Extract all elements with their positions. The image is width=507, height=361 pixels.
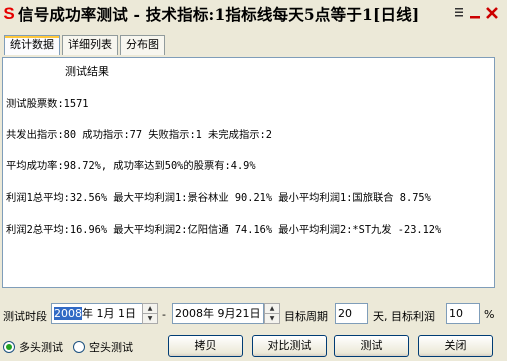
window-title: 信号成功率测试 - 技术指标:1指标线每天5点等于1[日线] <box>18 4 420 24</box>
date-range-dash: - <box>162 308 166 321</box>
title-bar: S 信号成功率测试 - 技术指标:1指标线每天5点等于1[日线] <box>0 0 507 27</box>
end-date-field[interactable]: 2008年 9月21日 <box>172 303 264 324</box>
radio-long-label: 多头测试 <box>19 341 63 354</box>
end-date-spinner[interactable]: ▲ ▼ <box>264 303 280 324</box>
test-button[interactable]: 测试 <box>334 335 409 357</box>
tab-detail-list[interactable]: 详细列表 <box>62 35 118 55</box>
percent-label: % <box>484 308 495 321</box>
radio-short-dot[interactable] <box>73 341 85 353</box>
start-date-spinner[interactable]: ▲ ▼ <box>142 303 158 324</box>
tab-statistics[interactable]: 统计数据 <box>4 35 60 55</box>
results-heading: 测试结果 <box>65 65 109 78</box>
copy-button[interactable]: 拷贝 <box>168 335 243 357</box>
close-icon[interactable] <box>484 4 500 22</box>
result-line-success-rate: 平均成功率:98.72%, 成功率达到50%的股票有:4.9% <box>6 160 256 172</box>
radio-long-dot[interactable] <box>3 341 15 353</box>
result-line-profit1: 利润1总平均:32.56% 最大平均利润1:景谷林业 90.21% 最小平均利润… <box>6 192 431 204</box>
test-period-label: 测试时段 <box>3 310 47 323</box>
test-period-row: 测试时段 2008年 1月 1日 ▲ ▼ - 2008年 9月21日 ▲ ▼ 目… <box>0 302 507 326</box>
tab-distribution[interactable]: 分布图 <box>120 35 165 55</box>
close-button[interactable]: 关闭 <box>418 335 493 357</box>
tab-bar: 统计数据 详细列表 分布图 <box>4 35 167 55</box>
start-date-year-selected: 2008 <box>54 307 82 320</box>
minimize-icon[interactable] <box>467 4 483 22</box>
radio-long-test[interactable]: 多头测试 <box>3 339 63 355</box>
result-line-profit2: 利润2总平均:16.96% 最大平均利润2:亿阳信通 74.16% 最小平均利润… <box>6 224 442 236</box>
menu-icon[interactable] <box>451 4 467 22</box>
app-icon: S <box>3 3 15 23</box>
target-profit-label: 天, 目标利润 <box>373 310 435 323</box>
radio-short-label: 空头测试 <box>89 341 133 354</box>
compare-test-button[interactable]: 对比测试 <box>252 335 327 357</box>
target-profit-input[interactable]: 10 <box>446 303 480 324</box>
spin-up-icon[interactable]: ▲ <box>143 304 157 313</box>
action-row: 多头测试 空头测试 拷贝 对比测试 测试 关闭 <box>0 335 507 357</box>
spin-up-icon[interactable]: ▲ <box>265 304 279 313</box>
result-line-signals: 共发出指示:80 成功指示:77 失败指示:1 未完成指示:2 <box>6 129 272 141</box>
spin-down-icon[interactable]: ▼ <box>265 313 279 323</box>
start-date-field[interactable]: 2008年 1月 1日 <box>51 303 149 324</box>
radio-short-test[interactable]: 空头测试 <box>73 339 133 355</box>
target-period-input[interactable]: 20 <box>335 303 368 324</box>
result-line-stock-count: 测试股票数:1571 <box>6 98 89 110</box>
target-period-label: 目标周期 <box>284 310 328 323</box>
start-date-rest: 年 1月 1日 <box>82 307 136 320</box>
spin-down-icon[interactable]: ▼ <box>143 313 157 323</box>
results-panel[interactable]: 测试结果 测试股票数:1571 共发出指示:80 成功指示:77 失败指示:1 … <box>2 57 495 288</box>
